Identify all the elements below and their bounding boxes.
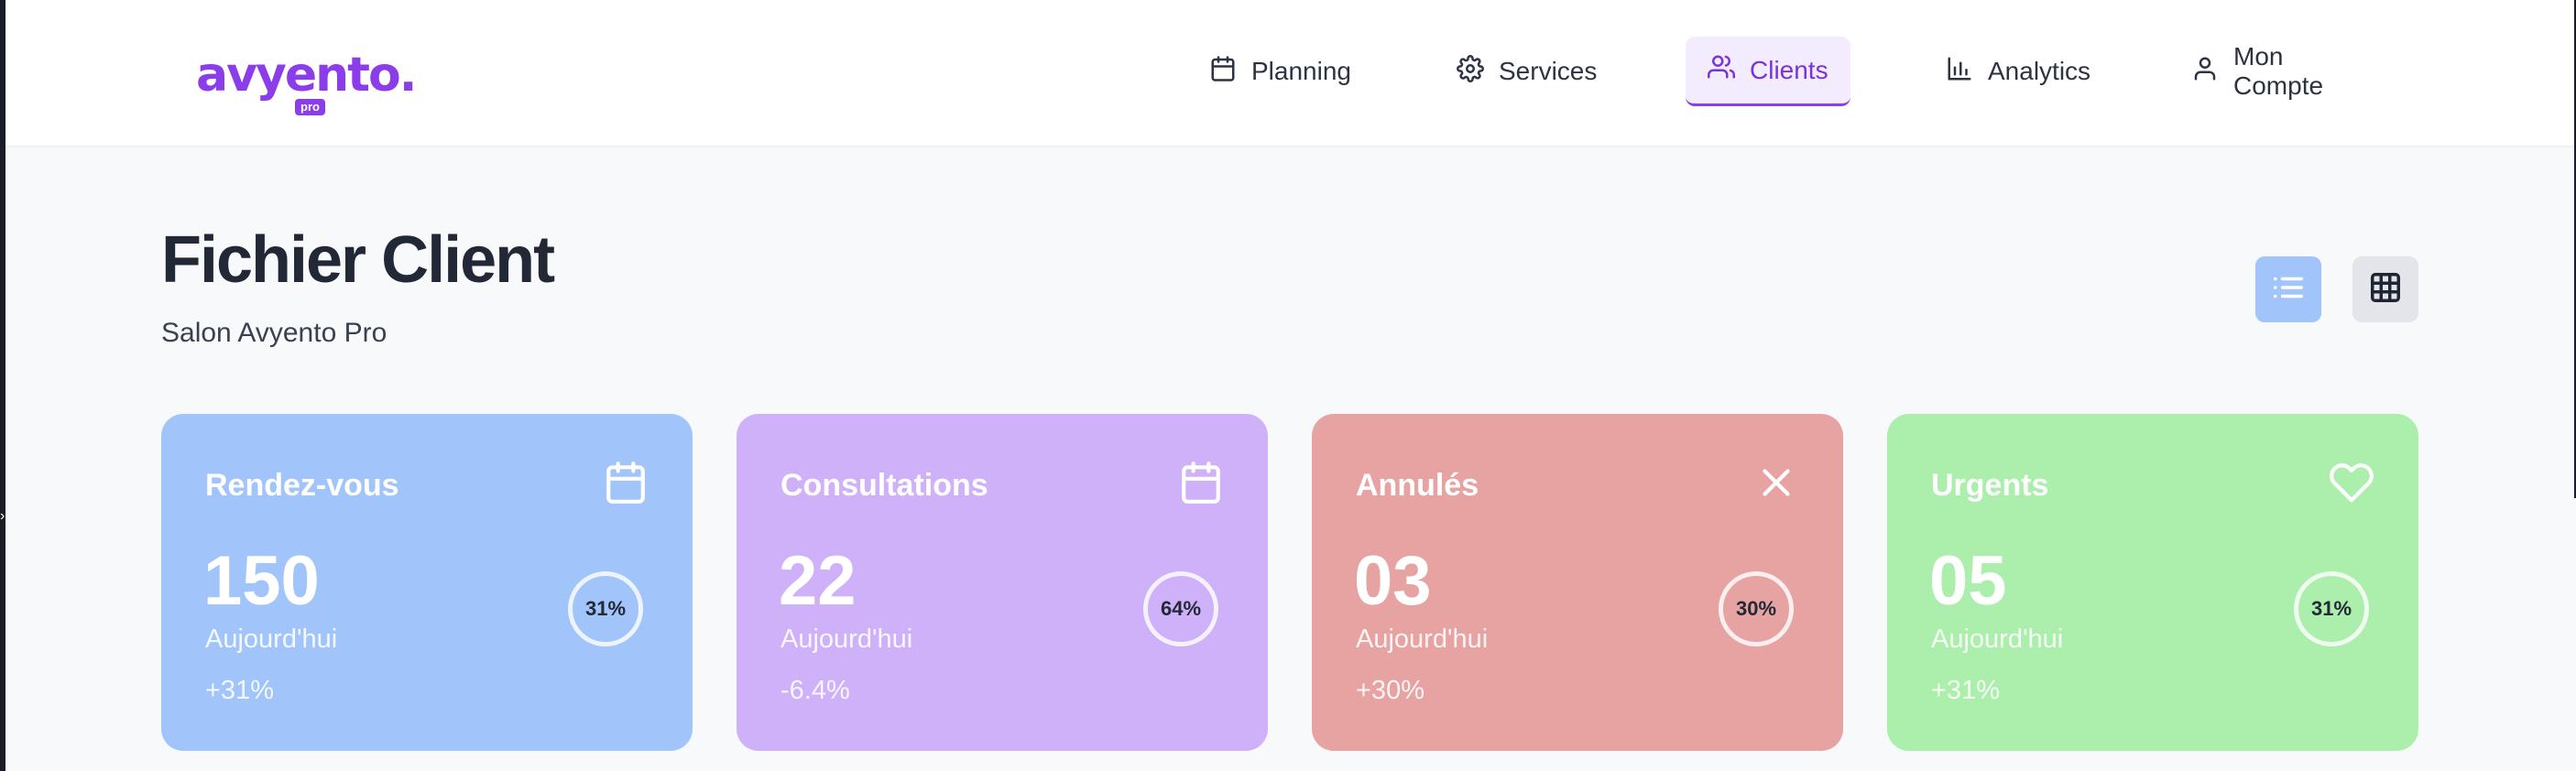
stat-card-value: 22 <box>779 542 857 620</box>
stat-card-value: 05 <box>1929 542 2007 620</box>
list-icon <box>2271 270 2306 309</box>
nav-item-label: Clients <box>1750 55 1828 84</box>
stat-card-caption: Aujourd'hui <box>1356 624 1489 654</box>
user-icon <box>2191 55 2219 89</box>
nav-item-mon-compte[interactable]: Mon Compte <box>2169 37 2345 106</box>
logo-pro-badge: pro <box>295 99 325 115</box>
top-navbar: avyento. pro Planning Services Clients A… <box>5 0 2574 147</box>
stat-card-percent-ring: 64% <box>1143 571 1218 646</box>
stat-card-delta: -6.4% <box>780 676 850 705</box>
users-icon <box>1708 53 1735 87</box>
nav-item-analytics[interactable]: Analytics <box>1924 37 2112 106</box>
gear-icon <box>1457 54 1484 89</box>
stat-card-caption: Aujourd'hui <box>1931 624 2064 654</box>
nav-item-label: Services <box>1499 57 1598 85</box>
nav-item-planning[interactable]: Planning <box>1187 37 1373 106</box>
grid-view-button[interactable] <box>2352 256 2418 322</box>
stat-card-percent-ring: 30% <box>1719 571 1794 646</box>
grid-icon <box>2368 270 2403 309</box>
stat-card-caption: Aujourd'hui <box>205 624 338 654</box>
stat-card-title: Urgents <box>1931 468 2049 503</box>
stat-card-value: 03 <box>1354 542 1432 620</box>
stat-card-value: 150 <box>203 542 320 620</box>
stat-card-title: Annulés <box>1356 468 1479 503</box>
nav-item-clients[interactable]: Clients <box>1686 37 1850 106</box>
chevron-right-icon[interactable]: › <box>0 509 5 524</box>
page-subtitle: Salon Avyento Pro <box>161 318 387 348</box>
stat-card-title: Rendez-vous <box>205 468 399 503</box>
stat-card-delta: +31% <box>1931 676 2000 705</box>
page-title: Fichier Client <box>161 223 555 297</box>
bar-chart-icon <box>1946 55 1973 89</box>
stat-card-urgents[interactable]: Urgents 05 Aujourd'hui +31% 31% <box>1887 414 2418 751</box>
close-icon <box>1753 460 1799 505</box>
nav-item-label: Analytics <box>1988 57 2091 85</box>
stat-card-annules[interactable]: Annulés 03 Aujourd'hui +30% 30% <box>1312 414 1843 751</box>
nav-item-label: Mon Compte <box>2233 42 2324 100</box>
calendar-icon <box>603 460 649 505</box>
nav-item-label: Planning <box>1251 57 1351 85</box>
calendar-icon <box>1209 55 1237 89</box>
stat-card-delta: +30% <box>1356 676 1424 705</box>
brand-logo[interactable]: avyento. pro <box>196 46 434 119</box>
stat-card-delta: +31% <box>205 676 274 705</box>
stat-card-caption: Aujourd'hui <box>780 624 913 654</box>
stat-card-consultations[interactable]: Consultations 22 Aujourd'hui -6.4% 64% <box>737 414 1268 751</box>
calendar-icon <box>1178 460 1224 505</box>
stat-card-percent-ring: 31% <box>568 571 643 646</box>
nav-item-services[interactable]: Services <box>1435 37 1619 106</box>
heart-icon <box>2329 460 2374 505</box>
logo-wordmark: avyento. <box>196 48 418 103</box>
list-view-button[interactable] <box>2255 256 2321 322</box>
stat-card-rendez-vous[interactable]: Rendez-vous 150 Aujourd'hui +31% 31% <box>161 414 693 751</box>
stat-card-title: Consultations <box>780 468 988 503</box>
stat-card-percent-ring: 31% <box>2294 571 2369 646</box>
